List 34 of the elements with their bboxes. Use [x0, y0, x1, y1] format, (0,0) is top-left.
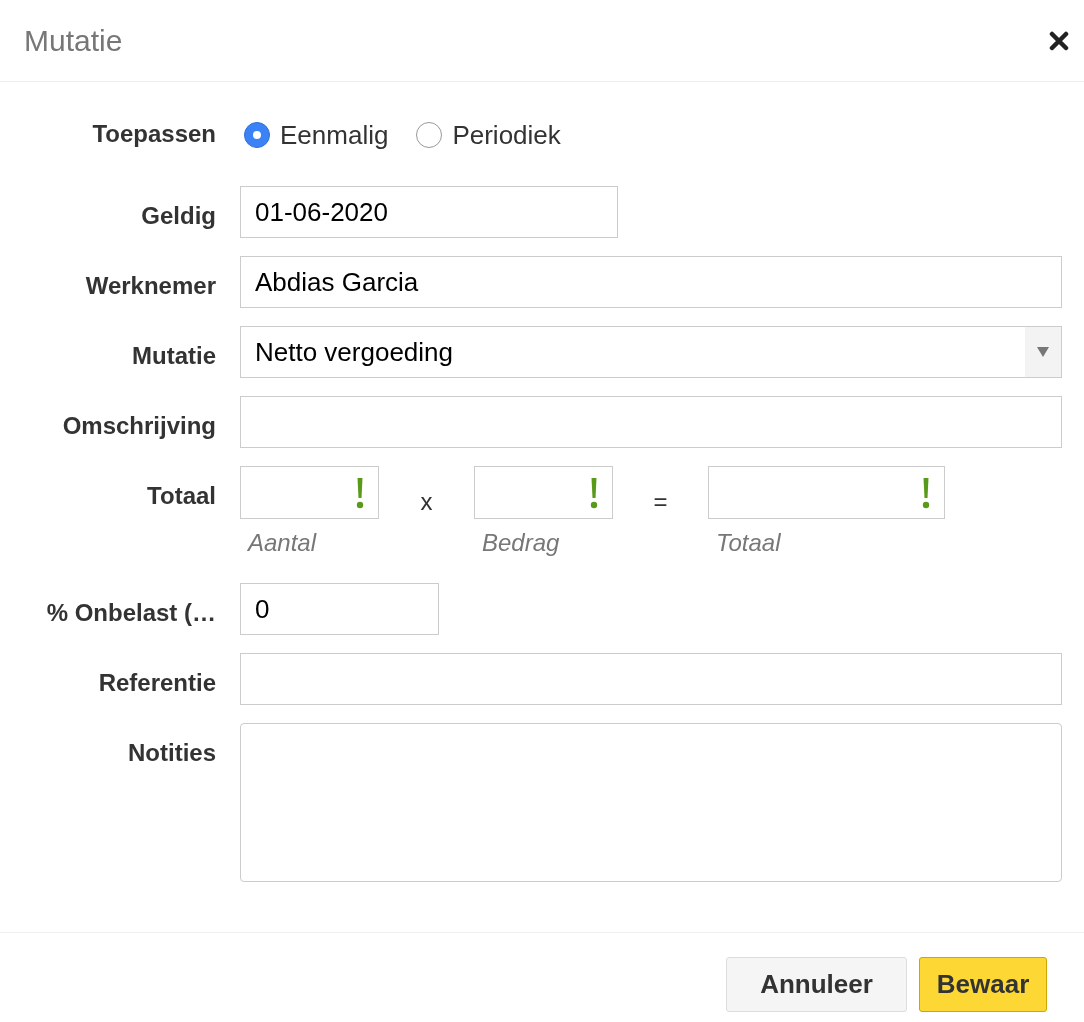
- field-caption: Aantal: [246, 528, 318, 558]
- operator-sign: =: [653, 487, 668, 517]
- text-field[interactable]: 01-06-2020: [240, 186, 618, 238]
- operator-sign: x: [420, 487, 433, 517]
- cancel-button[interactable]: Annuleer: [726, 957, 907, 1012]
- field-caption: Bedrag: [481, 528, 561, 558]
- dialog-title: Mutatie: [24, 23, 123, 59]
- radio-option[interactable]: Eenmalig: [244, 115, 389, 155]
- number-field[interactable]: [240, 466, 379, 519]
- notes-field[interactable]: [240, 723, 1062, 882]
- text-field[interactable]: 0: [240, 583, 439, 635]
- field-label: Notities: [127, 738, 216, 768]
- field-label: % Onbelast (…: [45, 598, 216, 628]
- close-icon[interactable]: [1048, 29, 1070, 52]
- number-field[interactable]: [708, 466, 945, 519]
- field-label: Referentie: [97, 668, 216, 698]
- text-field[interactable]: [240, 396, 1062, 448]
- field-label: Geldig: [140, 201, 216, 231]
- warning-icon: [356, 476, 364, 509]
- number-field[interactable]: [474, 466, 613, 519]
- caret-icon: [1025, 327, 1061, 377]
- dropdown-field[interactable]: Netto vergoeding: [240, 326, 1062, 378]
- radio-option[interactable]: Periodiek: [416, 115, 561, 155]
- field-label: Werknemer: [84, 271, 216, 301]
- warning-icon: [922, 476, 930, 509]
- field-label: Totaal: [146, 481, 216, 511]
- save-button[interactable]: Bewaar: [919, 957, 1047, 1012]
- warning-icon: [590, 476, 598, 509]
- text-field[interactable]: [240, 653, 1062, 705]
- field-label: Omschrijving: [61, 411, 216, 441]
- field-label: Mutatie: [131, 341, 216, 371]
- field-label: Toepassen: [91, 119, 216, 149]
- field-caption: Totaal: [715, 528, 782, 558]
- text-field[interactable]: Abdias Garcia: [240, 256, 1062, 308]
